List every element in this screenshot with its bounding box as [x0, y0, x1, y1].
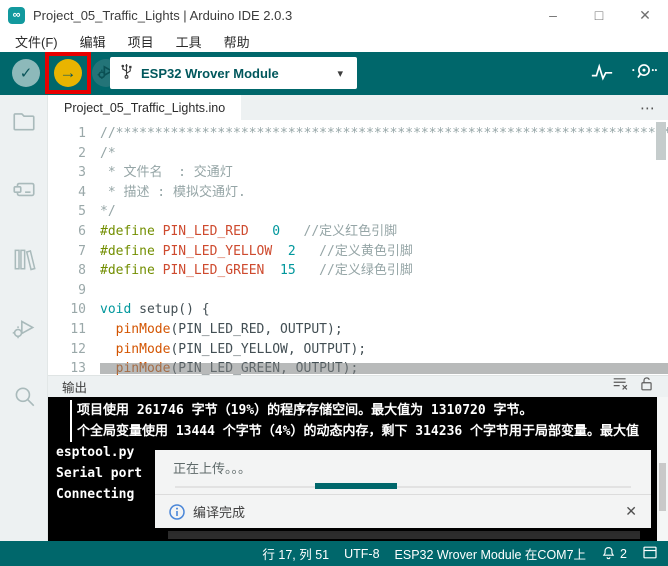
menu-item-1[interactable]: 编辑: [69, 30, 117, 52]
sidebar-item-library-manager[interactable]: [0, 237, 48, 285]
code-line: 12 pinMode(PIN_LED_YELLOW, OUTPUT);: [48, 340, 668, 360]
code-line: 3 * 文件名 : 交通灯: [48, 163, 668, 183]
compile-done-notification: 编译完成 ✕: [155, 495, 651, 528]
console-line: 个全局变量使用 13444 个字节（4%）的动态内存，剩下 314236 个字节…: [70, 421, 668, 442]
line-number: 4: [48, 183, 100, 203]
upload-highlight-box: [45, 52, 91, 94]
clear-output-icon[interactable]: [612, 376, 629, 397]
tab-bar: Project_05_Traffic_Lights.ino ⋯: [48, 95, 668, 120]
status-bar: 行 17, 列 51 UTF-8 ESP32 Wrover Module 在CO…: [0, 541, 668, 566]
sidebar-item-sketchbook[interactable]: [0, 99, 48, 147]
code-line: 7#define PIN_LED_YELLOW 2 //定义黄色引脚: [48, 242, 668, 262]
minimize-button[interactable]: –: [530, 0, 576, 30]
line-number: 10: [48, 300, 100, 320]
upload-progress-text: 正在上传。。。: [173, 458, 251, 477]
title-bar: ∞ Project_05_Traffic_Lights | Arduino ID…: [0, 0, 668, 30]
code-line: 4 * 描述 : 模拟交通灯.: [48, 183, 668, 203]
code-line: 1//*************************************…: [48, 124, 668, 144]
encoding-indicator[interactable]: UTF-8: [344, 547, 379, 561]
menu-item-3[interactable]: 工具: [165, 30, 213, 52]
console-vertical-scrollbar-thumb[interactable]: [659, 463, 666, 511]
chevron-down-icon: ▾: [337, 67, 343, 80]
line-number: 3: [48, 163, 100, 183]
line-number: 8: [48, 261, 100, 281]
close-button[interactable]: ✕: [622, 0, 668, 30]
board-port-indicator[interactable]: ESP32 Wrover Module 在COM7上: [395, 544, 587, 563]
code-line: 2/*: [48, 144, 668, 164]
usb-icon: [120, 62, 133, 84]
lock-open-icon[interactable]: [639, 376, 654, 397]
sidebar-item-debug[interactable]: [0, 306, 48, 354]
board-selector[interactable]: ESP32 Wrover Module ▾: [110, 57, 357, 89]
toggle-bottom-panel[interactable]: [642, 545, 658, 563]
code-editor[interactable]: 1//*************************************…: [48, 120, 668, 375]
debug-sidebar-icon: [11, 315, 37, 346]
line-number: 6: [48, 222, 100, 242]
window-title: Project_05_Traffic_Lights | Arduino IDE …: [33, 8, 292, 23]
console-horizontal-scrollbar-thumb[interactable]: [168, 531, 640, 539]
line-number: 2: [48, 144, 100, 164]
sidebar-item-boards-manager[interactable]: [0, 168, 48, 216]
sidebar-item-search[interactable]: [0, 375, 48, 423]
console-line: 项目使用 261746 字节（19%）的程序存储空间。最大值为 1310720 …: [70, 400, 668, 421]
editor-horizontal-scrollbar[interactable]: [100, 363, 668, 374]
line-number: 13: [48, 359, 100, 375]
menu-item-0[interactable]: 文件(F): [4, 30, 69, 52]
output-panel-header: 输出: [48, 375, 668, 397]
line-number: 5: [48, 202, 100, 222]
folder-icon: [11, 108, 37, 139]
menu-item-2[interactable]: 项目: [117, 30, 165, 52]
code-line: 5*/: [48, 202, 668, 222]
line-number: 11: [48, 320, 100, 340]
output-panel-title: 输出: [62, 377, 612, 396]
verify-button[interactable]: ✓: [12, 59, 40, 87]
chip-icon: [11, 177, 37, 208]
arduino-logo-icon: ∞: [8, 7, 25, 24]
bell-icon: [601, 545, 616, 563]
compile-done-text: 编译完成: [193, 502, 245, 521]
line-number: 1: [48, 124, 100, 144]
code-line: 9: [48, 281, 668, 301]
books-icon: [11, 246, 37, 277]
serial-monitor-button[interactable]: [630, 60, 658, 88]
progress-bar-track: [175, 486, 631, 488]
maximize-button[interactable]: □: [576, 0, 622, 30]
code-line: 6#define PIN_LED_RED 0 //定义红色引脚: [48, 222, 668, 242]
notification-overlay: 正在上传。。。 编译完成 ✕: [155, 450, 651, 528]
progress-bar-thumb: [315, 483, 397, 489]
board-selector-label: ESP32 Wrover Module: [141, 66, 337, 81]
code-line: 8#define PIN_LED_GREEN 15 //定义绿色引脚: [48, 261, 668, 281]
line-number: 12: [48, 340, 100, 360]
code-line: 10void setup() {: [48, 300, 668, 320]
arduino-ide-window: ∞ Project_05_Traffic_Lights | Arduino ID…: [0, 0, 668, 566]
info-icon: [169, 504, 185, 520]
console-vertical-scrollbar[interactable]: [657, 397, 668, 541]
upload-progress-notification: 正在上传。。。: [155, 450, 651, 494]
search-icon: [11, 384, 37, 415]
line-number: 7: [48, 242, 100, 262]
notifications-bell[interactable]: 2: [601, 545, 627, 563]
serial-plotter-button[interactable]: [588, 60, 616, 88]
cursor-position[interactable]: 行 17, 列 51: [262, 544, 329, 563]
panel-toggle-icon: [642, 545, 658, 563]
notification-close-icon[interactable]: ✕: [625, 495, 637, 528]
editor-vertical-scrollbar[interactable]: [656, 122, 666, 160]
toolbar: ✓ → ESP32 Wrover Module ▾: [0, 52, 668, 95]
activity-sidebar: [0, 95, 48, 541]
tab-sketch-file[interactable]: Project_05_Traffic_Lights.ino: [48, 95, 241, 120]
more-actions-icon[interactable]: ⋯: [640, 95, 656, 120]
notification-count: 2: [620, 547, 627, 561]
serial-plotter-icon: [590, 61, 614, 86]
code-line: 11 pinMode(PIN_LED_RED, OUTPUT);: [48, 320, 668, 340]
line-number: 9: [48, 281, 100, 301]
menu-bar: 文件(F)编辑项目工具帮助: [0, 30, 668, 52]
serial-monitor-icon: [631, 61, 657, 86]
menu-item-4[interactable]: 帮助: [213, 30, 261, 52]
